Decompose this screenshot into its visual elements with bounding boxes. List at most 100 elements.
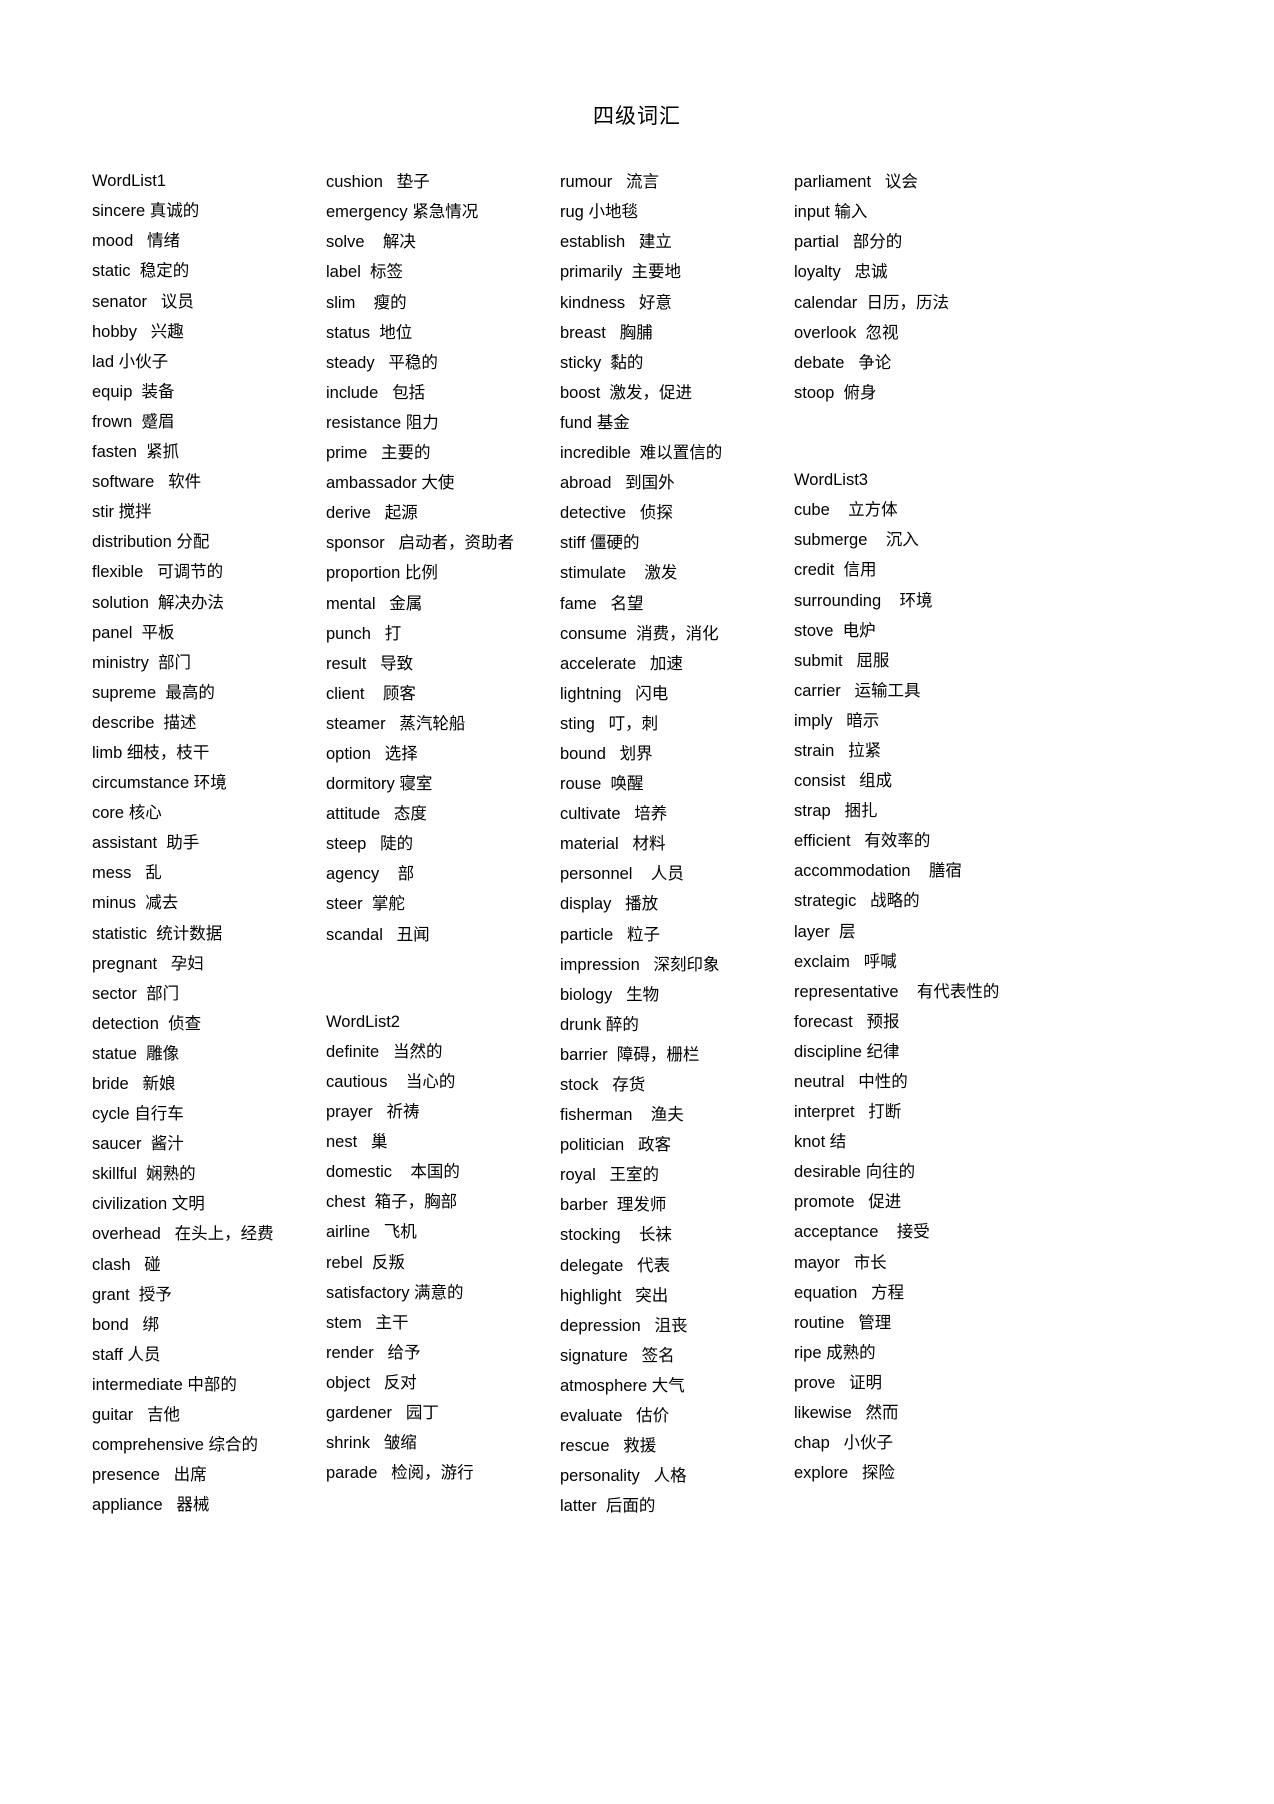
vocabulary-entry: personality 人格 (560, 1461, 788, 1491)
entry-term: limb (92, 743, 123, 762)
entry-definition: 障碍，栅栏 (616, 1044, 700, 1064)
entry-definition: 雕像 (146, 1043, 180, 1063)
vocabulary-entry: definite 当然的 (326, 1037, 554, 1067)
entry-definition: 减去 (145, 893, 179, 913)
vocabulary-entry: mayor 市长 (794, 1248, 1038, 1278)
entry-definition: 反对 (383, 1372, 417, 1392)
entry-term: slim (326, 293, 356, 312)
entry-term: cushion (326, 173, 383, 192)
entry-term: equip (92, 382, 133, 401)
vocabulary-entry: agency 部 (326, 859, 554, 889)
vocabulary-entry: credit 信用 (794, 555, 1038, 585)
entry-definition: 层 (838, 921, 856, 941)
entry-term: barber (560, 1196, 608, 1215)
entry-definition: 输入 (834, 202, 868, 222)
entry-term: discipline (794, 1042, 862, 1061)
entry-definition: 培养 (634, 804, 668, 824)
entry-definition: 议会 (884, 172, 918, 192)
entry-definition: 可调节的 (157, 562, 224, 582)
vocabulary-entry: frown 蹙眉 (92, 407, 320, 437)
entry-definition: 黏的 (610, 352, 644, 372)
vocabulary-entry: rug 小地毯 (560, 197, 788, 227)
entry-term: submit (794, 651, 843, 670)
entry-term: flexible (92, 563, 144, 582)
vocabulary-entry: punch 打 (326, 619, 554, 649)
entry-term: rumour (560, 173, 613, 192)
vocabulary-entry: layer 层 (794, 917, 1038, 947)
entry-definition: 情绪 (147, 231, 181, 251)
entry-term: resistance (326, 413, 402, 432)
entry-definition: 酱汁 (150, 1134, 184, 1154)
vocabulary-entry: fund 基金 (560, 408, 788, 438)
entry-term: nest (326, 1133, 358, 1152)
entry-term: explore (794, 1464, 849, 1483)
entry-definition: 打 (384, 623, 402, 643)
vocabulary-entry: steady 平稳的 (326, 348, 554, 378)
entry-definition: 沉入 (885, 530, 919, 550)
vocabulary-entry: breast 胸脯 (560, 318, 788, 348)
entry-definition: 检阅，游行 (391, 1463, 474, 1483)
vocabulary-entry: client 顾客 (326, 679, 554, 709)
vocabulary-entry: consume 消费，消化 (560, 619, 788, 649)
entry-term: static (92, 262, 131, 281)
entry-definition: 部分的 (852, 232, 903, 252)
entry-term: exclaim (794, 952, 850, 971)
entry-definition: 叮，刺 (608, 713, 659, 733)
entry-term: solve (326, 233, 365, 252)
entry-term: likewise (794, 1404, 852, 1423)
entry-term: WordList3 (794, 471, 868, 490)
entry-term: desirable (794, 1163, 861, 1182)
entry-definition: 起源 (384, 503, 418, 523)
vocabulary-entry: latter 后面的 (560, 1491, 788, 1521)
vocabulary-entry: slim 瘦的 (326, 288, 554, 318)
entry-term: atmosphere (560, 1376, 648, 1395)
entry-definition: 基金 (596, 412, 630, 432)
entry-term: stem (326, 1313, 362, 1332)
wordlist-heading: WordList3 (794, 466, 1038, 495)
entry-term: pregnant (92, 954, 158, 973)
vocabulary-entry: cultivate 培养 (560, 799, 788, 829)
entry-term: sector (92, 984, 137, 1003)
entry-term: steep (326, 835, 367, 854)
entry-definition: 然而 (865, 1403, 899, 1423)
vocabulary-entry: statistic 统计数据 (92, 919, 320, 949)
entry-definition: 好意 (638, 292, 672, 312)
vocabulary-entry: rescue 救援 (560, 1431, 788, 1461)
entry-term: latter (560, 1497, 597, 1516)
vocabulary-entry: input 输入 (794, 197, 1038, 227)
entry-definition: 软件 (168, 472, 202, 492)
entry-definition: 向往的 (865, 1162, 916, 1182)
vocabulary-entry: nest 巢 (326, 1127, 554, 1157)
entry-definition: 自行车 (134, 1104, 184, 1124)
vocabulary-entry: barber 理发师 (560, 1190, 788, 1220)
entry-term: representative (794, 982, 899, 1001)
entry-term: interpret (794, 1103, 855, 1122)
entry-definition: 大使 (421, 473, 455, 493)
vocabulary-entry: evaluate 估价 (560, 1401, 788, 1431)
vocabulary-entry: mental 金属 (326, 589, 554, 619)
entry-term: airline (326, 1223, 371, 1242)
entry-definition: 装备 (141, 381, 175, 401)
vocabulary-entry: parliament 议会 (794, 167, 1038, 197)
entry-definition: 孕妇 (170, 953, 204, 973)
entry-definition: 主要的 (381, 443, 431, 463)
entry-term: WordList2 (326, 1012, 400, 1031)
vocabulary-entry: describe 描述 (92, 708, 320, 738)
entry-definition: 成熟的 (826, 1342, 876, 1362)
entry-definition: 器械 (176, 1495, 210, 1515)
entry-definition: 存货 (612, 1075, 646, 1094)
vocabulary-entry: neutral 中性的 (794, 1067, 1038, 1097)
vocabulary-entry: kindness 好意 (560, 288, 788, 318)
vocabulary-entry: solve 解决 (326, 227, 554, 257)
entry-term: abroad (560, 474, 612, 493)
vocabulary-entry: static 稳定的 (92, 256, 320, 286)
vocabulary-entry: minus 减去 (92, 888, 320, 918)
entry-term: solution (92, 593, 149, 612)
entry-term: consume (560, 624, 627, 643)
entry-term: statistic (92, 924, 148, 943)
spacer-row (326, 979, 554, 1008)
entry-definition: 标签 (370, 262, 404, 282)
vocabulary-entry: primarily 主要地 (560, 257, 788, 287)
entry-term: intermediate (92, 1375, 183, 1394)
entry-definition: 日历，历法 (866, 292, 949, 312)
